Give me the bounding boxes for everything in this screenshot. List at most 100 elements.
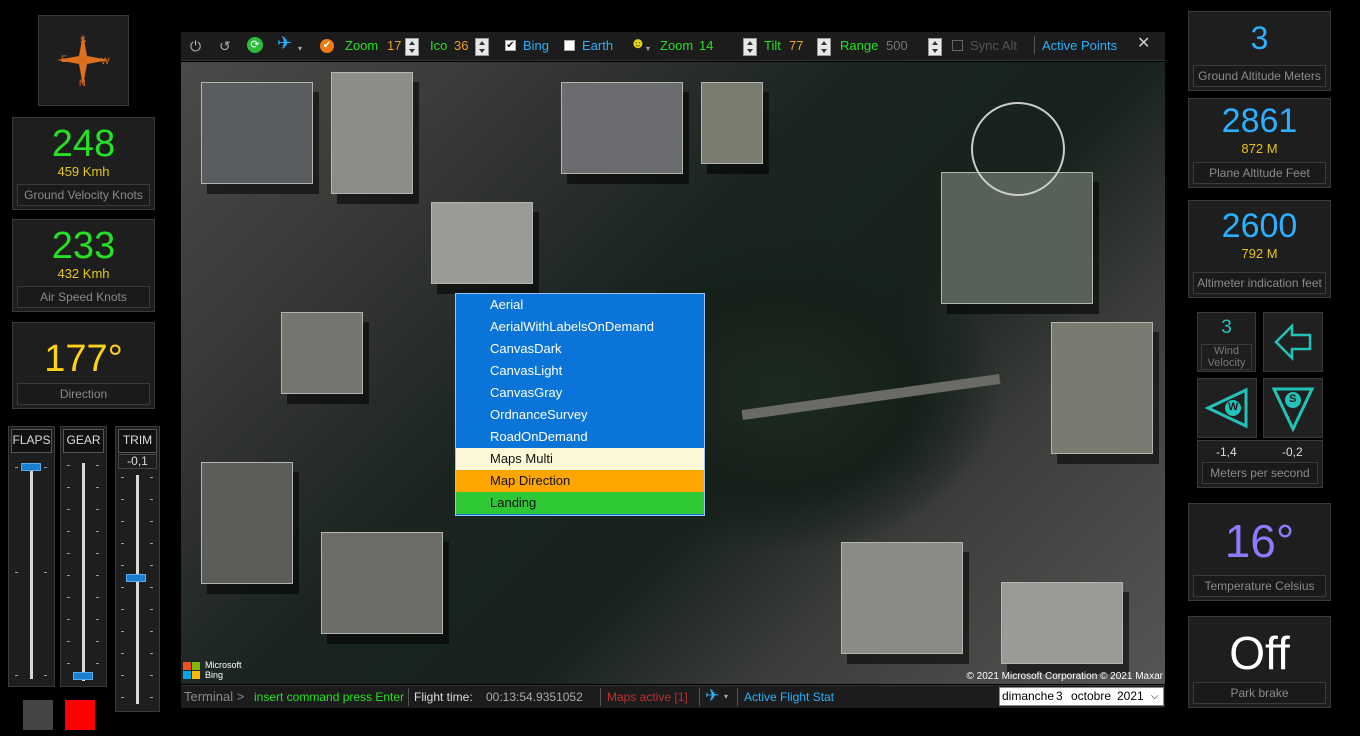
altimeter-m: 792 M (1241, 246, 1278, 261)
menu-item-canvas-light[interactable]: CanvasLight (456, 360, 704, 382)
menu-item-ordnance-survey[interactable]: OrdnanceSurvey (456, 404, 704, 426)
flight-time-label: Flight time: (414, 690, 473, 704)
gear-title: GEAR (63, 429, 104, 453)
earth-checkbox[interactable] (564, 40, 575, 51)
wind-west-button[interactable]: W (1197, 378, 1257, 438)
flight-stat-plane-icon[interactable]: ✈ (705, 686, 719, 706)
range-label: Range (840, 38, 879, 53)
menu-item-canvas-gray[interactable]: CanvasGray (456, 382, 704, 404)
compass-icon (57, 34, 109, 86)
maps-active-status: Maps active [1] (607, 690, 688, 704)
sync-icon[interactable]: ⟳ (247, 37, 263, 53)
trim-slider-panel: TRIM -0,1 (115, 426, 160, 712)
sync-alt-label: Sync Alt (970, 38, 1017, 53)
gear-track[interactable] (82, 463, 85, 681)
wind-caption: Meters per second (1202, 462, 1318, 484)
date-month: octobre (1071, 689, 1112, 703)
ground-altitude-value: 3 (1250, 20, 1269, 56)
plane-icon[interactable]: ✈ (277, 34, 292, 52)
menu-item-aerial[interactable]: Aerial (456, 294, 704, 316)
wind-velocity-value: 3 (1221, 317, 1232, 338)
plane-dropdown-icon[interactable]: ▾ (298, 41, 302, 57)
air-speed-panel: 233 432 Kmh Air Speed Knots (12, 219, 155, 312)
flaps-thumb[interactable] (21, 463, 41, 471)
power-icon[interactable]: ⏻ (190, 38, 201, 54)
check-icon[interactable]: ✔ (320, 39, 334, 53)
ground-velocity-caption: Ground Velocity Knots (17, 184, 150, 206)
menu-item-map-direction[interactable]: Map Direction (456, 470, 704, 492)
wind-south-button[interactable]: S (1263, 378, 1323, 438)
ferris-wheel (971, 102, 1065, 196)
active-points-button[interactable]: Active Points (1042, 38, 1117, 54)
range-spinner[interactable] (928, 38, 942, 56)
gear-thumb[interactable] (73, 672, 93, 680)
wind-s-letter: S (1289, 393, 1297, 405)
air-speed-caption: Air Speed Knots (17, 286, 150, 308)
air-speed-value: 233 (51, 225, 116, 267)
park-brake-value: Off (1229, 627, 1290, 679)
date-picker[interactable]: dimanche 3 octobre 2021 ⌵ (999, 687, 1164, 706)
gray-indicator-button[interactable] (23, 700, 53, 730)
compass-w: W (101, 56, 110, 66)
tilt-label: Tilt (764, 38, 781, 53)
direction-value: 177° (44, 338, 123, 380)
date-year: 2021 (1117, 689, 1144, 703)
gear-slider-panel: GEAR (60, 426, 107, 687)
ground-velocity-kmh: 459 Kmh (57, 164, 110, 179)
park-brake-panel[interactable]: Off Park brake (1188, 616, 1331, 708)
trim-track[interactable] (136, 475, 139, 704)
temperature-panel: 16° Temperature Celsius (1188, 503, 1331, 601)
temperature-value: 16° (1224, 515, 1295, 567)
trim-thumb[interactable] (126, 574, 146, 582)
flaps-track[interactable] (30, 467, 33, 679)
direction-caption: Direction (17, 383, 150, 405)
zoom2-value: 14 (699, 38, 714, 53)
refresh-icon[interactable]: ↺ (219, 38, 231, 54)
date-num: 3 (1056, 689, 1063, 703)
menu-item-road-on-demand[interactable]: RoadOnDemand (456, 426, 704, 448)
compass-s: S (80, 35, 87, 45)
red-indicator-button[interactable] (65, 700, 95, 730)
ico-spinner[interactable] (475, 38, 489, 56)
tilt-spinner[interactable] (817, 38, 831, 56)
flight-time-value: 00:13:54.9351052 (486, 690, 583, 704)
bing-checkbox[interactable]: ✔ (505, 40, 516, 51)
bing-logo-line2: Bing (205, 670, 224, 680)
terminal-label: Terminal > (184, 689, 245, 704)
flight-stat-dropdown-icon[interactable]: ▾ (724, 692, 728, 701)
pin-dropdown-icon[interactable]: ▾ (646, 41, 650, 57)
sync-alt-checkbox[interactable] (952, 40, 963, 51)
bing-label: Bing (523, 38, 550, 53)
ground-velocity-panel: 248 459 Kmh Ground Velocity Knots (12, 117, 155, 210)
close-icon[interactable]: ✕ (1137, 36, 1150, 52)
triangle-down-icon (1271, 387, 1315, 433)
compass-panel: S N E W (38, 15, 129, 106)
menu-item-landing[interactable]: Landing (456, 492, 704, 514)
command-input[interactable]: insert command press Enter (254, 690, 404, 704)
compass-e: E (61, 54, 68, 64)
direction-panel: 177° Direction (12, 322, 155, 409)
zoom-value: 17 (387, 38, 402, 53)
pin-icon[interactable]: ☻ (630, 36, 646, 52)
earth-label: Earth (582, 38, 614, 53)
menu-item-aerial-labels[interactable]: AerialWithLabelsOnDemand (456, 316, 704, 338)
zoom-spinner[interactable] (405, 38, 419, 56)
air-speed-kmh: 432 Kmh (57, 266, 110, 281)
zoom2-spinner[interactable] (743, 38, 757, 56)
wind-values-panel: -1,4 -0,2 Meters per second (1197, 440, 1323, 488)
altimeter-caption: Altimeter indication feet (1193, 272, 1326, 294)
ground-velocity-value: 248 (51, 123, 116, 165)
menu-item-maps-multi[interactable]: Maps Multi (456, 448, 704, 470)
chevron-down-icon[interactable]: ⌵ (1151, 688, 1159, 705)
plane-altitude-m: 872 M (1241, 141, 1278, 156)
bing-logo-line1: Microsoft (205, 660, 242, 670)
flaps-title: FLAPS (11, 429, 52, 453)
triangle-left-icon (1204, 387, 1248, 429)
menu-item-canvas-dark[interactable]: CanvasDark (456, 338, 704, 360)
active-flight-stat-button[interactable]: Active Flight Stat (744, 690, 834, 704)
map-toolbar: ⏻ ↺ ⟳ ✈ ▾ ✔ Zoom 17 Ico 36 ✔ Bing Earth … (181, 32, 1165, 61)
wind-direction-button[interactable] (1263, 312, 1323, 372)
wind-s-value: -0,2 (1282, 445, 1303, 459)
arrow-left-icon (1274, 322, 1312, 362)
date-day: dimanche (1002, 689, 1055, 703)
